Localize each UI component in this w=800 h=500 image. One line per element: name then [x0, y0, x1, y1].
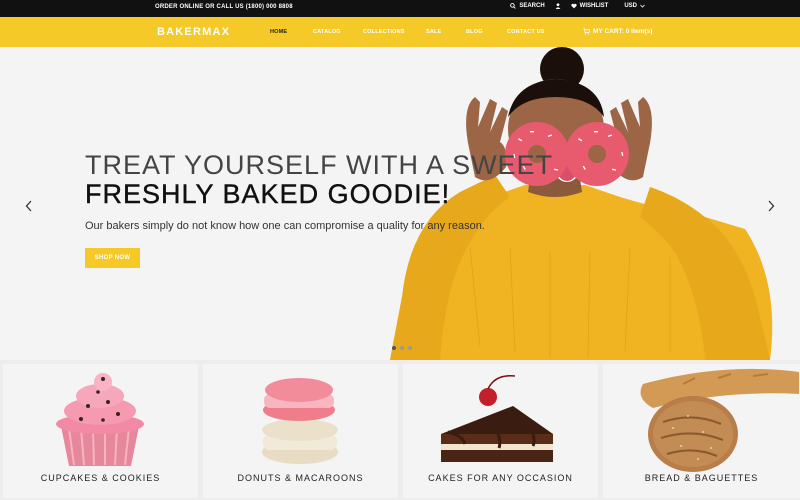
cupcake-image — [56, 373, 144, 466]
account-link[interactable] — [555, 3, 561, 9]
category-label: DONUTS & MACAROONS — [237, 473, 364, 483]
user-icon — [555, 3, 561, 9]
macaroons-image — [262, 378, 338, 464]
main-nav: BAKERMAX HOME CATALOG COLLECTIONS SALE B… — [0, 17, 800, 47]
chevron-right-icon — [768, 200, 775, 212]
chevron-left-icon — [25, 200, 32, 212]
nav-item-catalog[interactable]: CATALOG — [313, 29, 341, 35]
search-label: SEARCH — [519, 3, 545, 9]
cart-label: MY CART: 0 item(s) — [593, 28, 653, 35]
cake-slice-image — [441, 375, 553, 462]
category-card-cakes[interactable]: CAKES FOR ANY OCCASION — [403, 364, 598, 498]
category-card-donuts[interactable]: DONUTS & MACAROONS — [203, 364, 398, 498]
category-card-cupcakes[interactable]: CUPCAKES & COOKIES — [3, 364, 198, 498]
category-label: CAKES FOR ANY OCCASION — [428, 473, 573, 483]
slider-dot[interactable] — [392, 346, 396, 350]
category-card-bread[interactable]: BREAD & BAGUETTES — [603, 364, 800, 498]
nav-item-sale[interactable]: SALE — [426, 29, 441, 35]
slider-pagination — [392, 346, 412, 350]
cart-link[interactable]: MY CART: 0 item(s) — [583, 28, 652, 35]
nav-item-home[interactable]: HOME — [270, 29, 287, 35]
top-bar-actions: SEARCH WISHLIST USD — [510, 3, 645, 9]
category-grid: CUPCAKES & COOKIES DONUTS & MACAROONS CA… — [0, 360, 800, 500]
search-icon — [510, 3, 517, 9]
slider-dot[interactable] — [408, 346, 412, 350]
nav-item-collections[interactable]: COLLECTIONS — [363, 29, 405, 35]
shop-now-button[interactable]: SHOP NOW — [85, 248, 140, 268]
logo[interactable]: BAKERMAX — [157, 26, 230, 38]
nav-item-contact-us[interactable]: CONTACT US — [507, 29, 545, 35]
nav-item-blog[interactable]: BLOG — [466, 29, 483, 35]
cart-icon — [583, 28, 590, 35]
chevron-down-icon — [640, 4, 645, 8]
slider-prev-button[interactable] — [25, 199, 33, 217]
slider-dot[interactable] — [400, 346, 404, 350]
hero-slider: TREAT YOURSELF WITH A SWEET FRESHLY BAKE… — [0, 47, 800, 360]
category-label: CUPCAKES & COOKIES — [40, 473, 161, 483]
bread-image — [640, 368, 799, 472]
search-link[interactable]: SEARCH — [510, 3, 545, 9]
hero-title-line-1: TREAT YOURSELF WITH A SWEET — [85, 150, 554, 180]
wishlist-link[interactable]: WISHLIST — [571, 3, 609, 9]
heart-icon — [571, 3, 577, 9]
currency-label: USD — [624, 3, 637, 9]
top-bar: ORDER ONLINE OR CALL US (1800) 000 8808 … — [0, 0, 800, 17]
hero-title-line-2: FRESHLY BAKED GOODIE! — [85, 179, 451, 209]
phone-info: ORDER ONLINE OR CALL US (1800) 000 8808 — [155, 4, 293, 10]
hero-subtitle: Our bakers simply do not know how one ca… — [85, 220, 485, 232]
slider-next-button[interactable] — [767, 199, 775, 217]
category-label: BREAD & BAGUETTES — [644, 473, 759, 483]
wishlist-label: WISHLIST — [579, 3, 609, 9]
currency-select[interactable]: USD — [624, 3, 645, 9]
